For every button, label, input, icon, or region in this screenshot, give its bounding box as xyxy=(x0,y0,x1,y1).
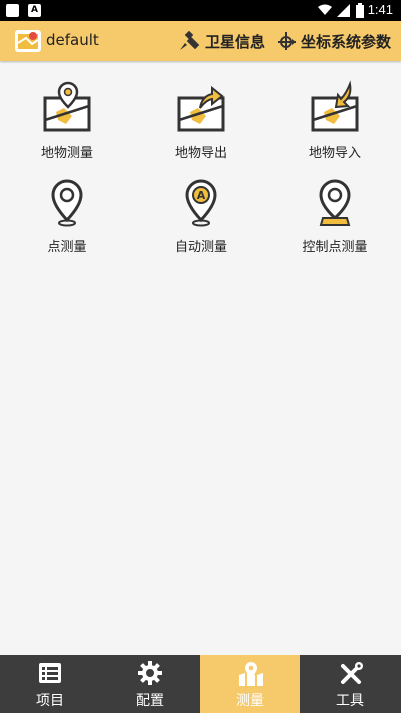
control-point-pin-icon xyxy=(319,179,351,226)
tab-project[interactable]: 项目 xyxy=(0,655,100,713)
menu-item-label: 地物导出 xyxy=(174,146,227,161)
map-export-icon xyxy=(177,85,225,132)
tab-label: 配置 xyxy=(136,693,164,709)
map-pin-icon xyxy=(239,662,263,686)
notification-icon xyxy=(6,4,19,17)
satellite-info-button[interactable]: 卫星信息 xyxy=(178,30,265,52)
status-time: 1:41 xyxy=(367,2,393,17)
menu-item-feature-import[interactable]: 地物导入 xyxy=(268,80,401,170)
bottom-tab-bar: 项目 配置 测量 工具 xyxy=(0,655,401,713)
location-pin-icon xyxy=(51,179,83,227)
tab-config[interactable]: 配置 xyxy=(100,655,200,713)
menu-item-label: 控制点测量 xyxy=(302,240,368,255)
coordinate-axis-icon xyxy=(278,32,296,50)
app-bar: default 卫星信息 坐标系统参数 xyxy=(0,21,401,61)
menu-item-auto-measure[interactable]: A 自动测量 xyxy=(134,178,268,268)
menu-item-label: 自动测量 xyxy=(174,240,227,255)
coordinate-system-label: 坐标系统参数 xyxy=(301,32,392,51)
wifi-icon xyxy=(318,4,332,15)
tab-label: 工具 xyxy=(336,693,364,709)
map-import-icon xyxy=(311,80,359,132)
menu-item-feature-measure[interactable]: 地物测量 xyxy=(0,80,134,170)
list-icon xyxy=(39,663,61,683)
app-notification-icon: A xyxy=(28,4,41,17)
satellite-info-label: 卫星信息 xyxy=(205,32,266,51)
menu-item-feature-export[interactable]: 地物导出 xyxy=(134,80,268,170)
coordinate-system-button[interactable]: 坐标系统参数 xyxy=(276,30,391,52)
auto-pin-icon: A xyxy=(185,179,217,227)
menu-item-label: 地物测量 xyxy=(40,146,93,161)
tab-tools[interactable]: 工具 xyxy=(300,655,400,713)
status-bar: A 1:41 xyxy=(0,0,401,21)
app-logo-icon xyxy=(15,30,41,52)
tools-icon xyxy=(341,662,363,684)
signal-icon xyxy=(337,4,350,17)
battery-icon xyxy=(356,3,364,18)
svg-text:A: A xyxy=(197,189,206,202)
gear-icon xyxy=(138,661,162,685)
tab-label: 项目 xyxy=(36,693,64,709)
satellite-icon xyxy=(180,30,200,50)
tab-label: 测量 xyxy=(236,693,264,709)
tab-measure[interactable]: 测量 xyxy=(200,655,300,713)
menu-item-control-point-measure[interactable]: 控制点测量 xyxy=(268,178,401,268)
menu-item-label: 点测量 xyxy=(47,240,87,255)
project-title: default xyxy=(46,31,99,49)
map-pin-icon xyxy=(43,81,91,132)
menu-item-label: 地物导入 xyxy=(308,146,361,161)
menu-item-point-measure[interactable]: 点测量 xyxy=(0,178,134,268)
